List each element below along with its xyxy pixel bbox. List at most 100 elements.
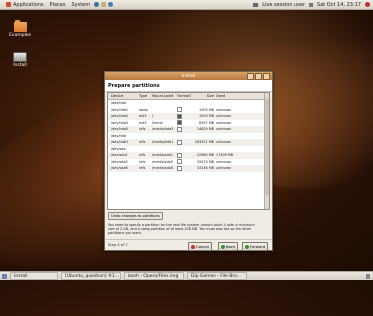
step-indicator: Step 4 of 7 xyxy=(108,243,128,247)
cell-type: ntfs xyxy=(139,166,146,171)
cell-device: /dev/sda xyxy=(111,146,126,151)
cell-format xyxy=(177,139,191,145)
cell-size: 22660 MB xyxy=(196,153,214,158)
dialog-footer: Step 4 of 7 Cancel Back Forward xyxy=(105,239,272,251)
table-row[interactable]: /dev/sda6 ntfs/media/sda6 33146 MB unknown xyxy=(108,165,269,172)
table-header: Device Type Mount point Format? Size Use… xyxy=(108,93,269,100)
places-menu[interactable]: Places xyxy=(50,2,66,8)
cell-used: unknown xyxy=(216,114,232,119)
taskbar-item-question[interactable]: [Ubuntu_question] #1... xyxy=(61,272,121,280)
desktop-icon-install[interactable]: Install xyxy=(8,52,32,68)
format-checkbox[interactable] xyxy=(177,152,182,158)
power-icon[interactable] xyxy=(365,2,370,7)
format-checkbox[interactable] xyxy=(177,120,182,126)
taskbar-item-install[interactable]: Install xyxy=(10,272,58,280)
column-header-device[interactable]: Device xyxy=(108,94,139,98)
taskbar-item-bash[interactable]: bash - Opera/Files.img xyxy=(124,272,184,280)
trash-icon[interactable] xyxy=(366,273,370,279)
cell-mount-point: /home xyxy=(152,120,163,125)
column-header-format[interactable]: Format? xyxy=(177,94,191,98)
desktop-icon-label: Examples xyxy=(9,33,31,38)
partition-rows: /dev/hda/dev/hda1 swap 1003 MB unknown/dev/… xyxy=(108,100,269,172)
cell-device: /dev/hda1 xyxy=(111,107,129,112)
show-desktop-icon[interactable] xyxy=(2,273,7,279)
close-button[interactable] xyxy=(263,73,270,80)
cell-type: ntfs xyxy=(139,140,146,145)
column-header-used[interactable]: Used xyxy=(216,94,246,98)
back-label: Back xyxy=(226,244,236,249)
cell-size: 1003 MB xyxy=(199,114,214,119)
launcher-icons xyxy=(94,2,114,7)
cell-mount-point: /media/sda6 xyxy=(152,166,173,171)
page-title: Prepare partitions xyxy=(105,80,272,92)
desktop-icon-label: Install xyxy=(13,63,27,68)
cell-format xyxy=(177,126,191,132)
cell-device: /dev/sda5 xyxy=(111,159,128,164)
cell-device: /dev/hda xyxy=(111,101,126,106)
cell-used: unknown xyxy=(216,107,232,112)
cell-format xyxy=(177,152,191,158)
mail-icon[interactable] xyxy=(101,2,107,7)
cell-device: /dev/hda3 xyxy=(111,120,129,125)
cell-used: unknown xyxy=(216,127,232,132)
cell-format xyxy=(177,113,191,119)
format-checkbox[interactable] xyxy=(177,165,182,171)
cell-format xyxy=(177,120,191,126)
format-checkbox[interactable] xyxy=(177,126,182,132)
cell-format xyxy=(177,107,191,113)
dialog-titlebar[interactable]: Install xyxy=(105,72,272,80)
applications-menu[interactable]: Applications xyxy=(6,2,44,8)
cell-size: 8597 MB xyxy=(199,120,214,125)
bottom-panel: Install [Ubuntu_question] #1... bash - O… xyxy=(0,271,373,280)
volume-icon[interactable] xyxy=(309,2,314,7)
network-icon[interactable] xyxy=(253,2,259,7)
format-checkbox[interactable] xyxy=(177,113,182,119)
desktop-icon-examples[interactable]: Examples xyxy=(8,20,32,38)
folder-icon xyxy=(13,20,27,32)
format-checkbox[interactable] xyxy=(177,159,182,165)
cell-type: ntfs xyxy=(139,159,146,164)
cell-type: ntfs xyxy=(139,153,146,158)
forward-arrow-icon xyxy=(245,244,249,249)
cell-format xyxy=(177,165,191,171)
cell-mount-point: /media/hdb1 xyxy=(152,140,174,145)
menu-system-label: System xyxy=(71,1,91,8)
requirement-message: You need to specify a partition for the … xyxy=(108,223,255,236)
cell-type: ext3 xyxy=(139,120,147,125)
clock[interactable]: Sat Oct 14, 23:17 xyxy=(317,2,361,8)
cancel-button[interactable]: Cancel xyxy=(188,242,212,251)
format-checkbox[interactable] xyxy=(177,139,182,145)
cell-mount-point: /media/sda5 xyxy=(152,159,173,164)
web-browser-icon[interactable] xyxy=(94,2,100,7)
cancel-label: Cancel xyxy=(196,244,209,249)
minimize-button[interactable] xyxy=(247,73,254,80)
system-menu[interactable]: System xyxy=(71,2,90,8)
cancel-icon xyxy=(191,244,195,249)
format-checkbox[interactable] xyxy=(177,107,182,113)
cell-size: 33146 MB xyxy=(196,166,214,171)
maximize-button[interactable] xyxy=(255,73,262,80)
cell-device: /dev/sda1 xyxy=(111,153,128,158)
cell-device: /dev/hda2 xyxy=(111,114,129,119)
cell-used: unknown xyxy=(216,140,232,145)
cell-size: 163921 MB xyxy=(194,140,214,145)
column-header-type[interactable]: Type xyxy=(139,94,152,98)
help-icon[interactable] xyxy=(108,2,114,7)
forward-button[interactable]: Forward xyxy=(242,242,269,251)
menu-applications-label: Applications xyxy=(13,1,44,8)
menu-places-label: Places xyxy=(49,1,66,8)
back-button[interactable]: Back xyxy=(218,242,239,251)
taskbar-item-file-browser[interactable]: Dip Games - File Bro... xyxy=(187,272,247,280)
table-scrollbar[interactable] xyxy=(264,93,269,209)
column-header-size[interactable]: Size xyxy=(191,94,216,98)
cell-device: /dev/hdb1 xyxy=(111,140,129,145)
partition-table[interactable]: Device Type Mount point Format? Size Use… xyxy=(107,92,270,210)
scrollbar-thumb[interactable] xyxy=(265,99,269,195)
drive-icon xyxy=(13,52,27,62)
cell-type: swap xyxy=(139,107,148,112)
cell-size: 1003 MB xyxy=(199,107,214,112)
column-header-mount-point[interactable]: Mount point xyxy=(152,94,177,98)
undo-changes-button[interactable]: Undo changes to partitions xyxy=(108,212,163,220)
window-title: Install xyxy=(181,73,196,79)
cell-mount-point: /media/hda5 xyxy=(152,127,174,132)
